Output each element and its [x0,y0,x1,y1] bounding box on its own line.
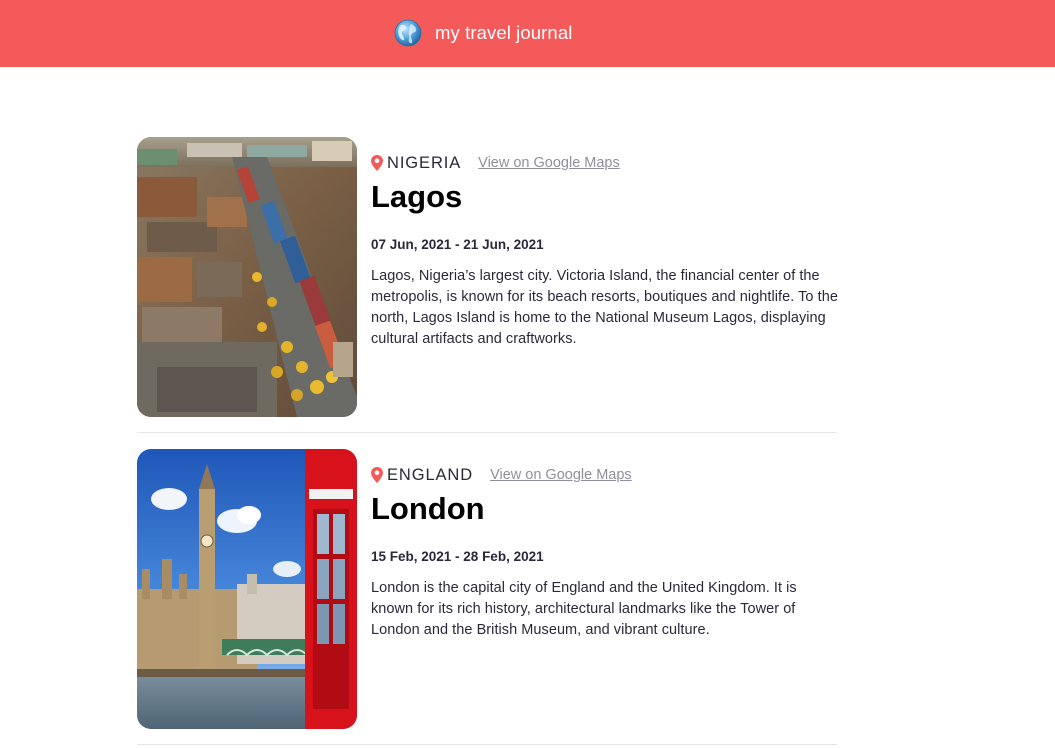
place-title: Lagos [371,179,463,214]
lagos-market-photo [137,137,357,417]
country-label: ENGLAND [387,465,474,484]
entry-divider [137,744,837,745]
entry-divider [137,432,837,433]
trip-dates: 15 Feb, 2021 - 28 Feb, 2021 [371,549,544,564]
country-label: NIGERIA [387,153,462,172]
location-row: NIGERIA View on Google Maps [371,153,620,173]
journal-entry-lagos: NIGERIA View on Google Maps Lagos 07 Jun… [137,137,838,417]
london-big-ben-phone-box-photo [137,449,357,729]
location-pin-icon [371,467,383,483]
journal-entry-london: ENGLAND View on Google Maps London 15 Fe… [137,449,837,729]
place-title: London [371,491,485,526]
trip-dates: 07 Jun, 2021 - 21 Jun, 2021 [371,237,544,252]
location-pin-icon [371,155,383,171]
app-title: my travel journal [435,21,573,43]
globe-icon [394,19,422,47]
location-row: ENGLAND View on Google Maps [371,465,632,485]
place-description: London is the capital city of England an… [371,580,797,638]
place-description: Lagos, Nigeria’s largest city. Victoria … [371,268,838,347]
brand[interactable]: my travel journal [394,17,572,49]
google-maps-link[interactable]: View on Google Maps [490,467,632,483]
google-maps-link[interactable]: View on Google Maps [478,155,620,171]
top-navbar: my travel journal [0,0,1055,67]
